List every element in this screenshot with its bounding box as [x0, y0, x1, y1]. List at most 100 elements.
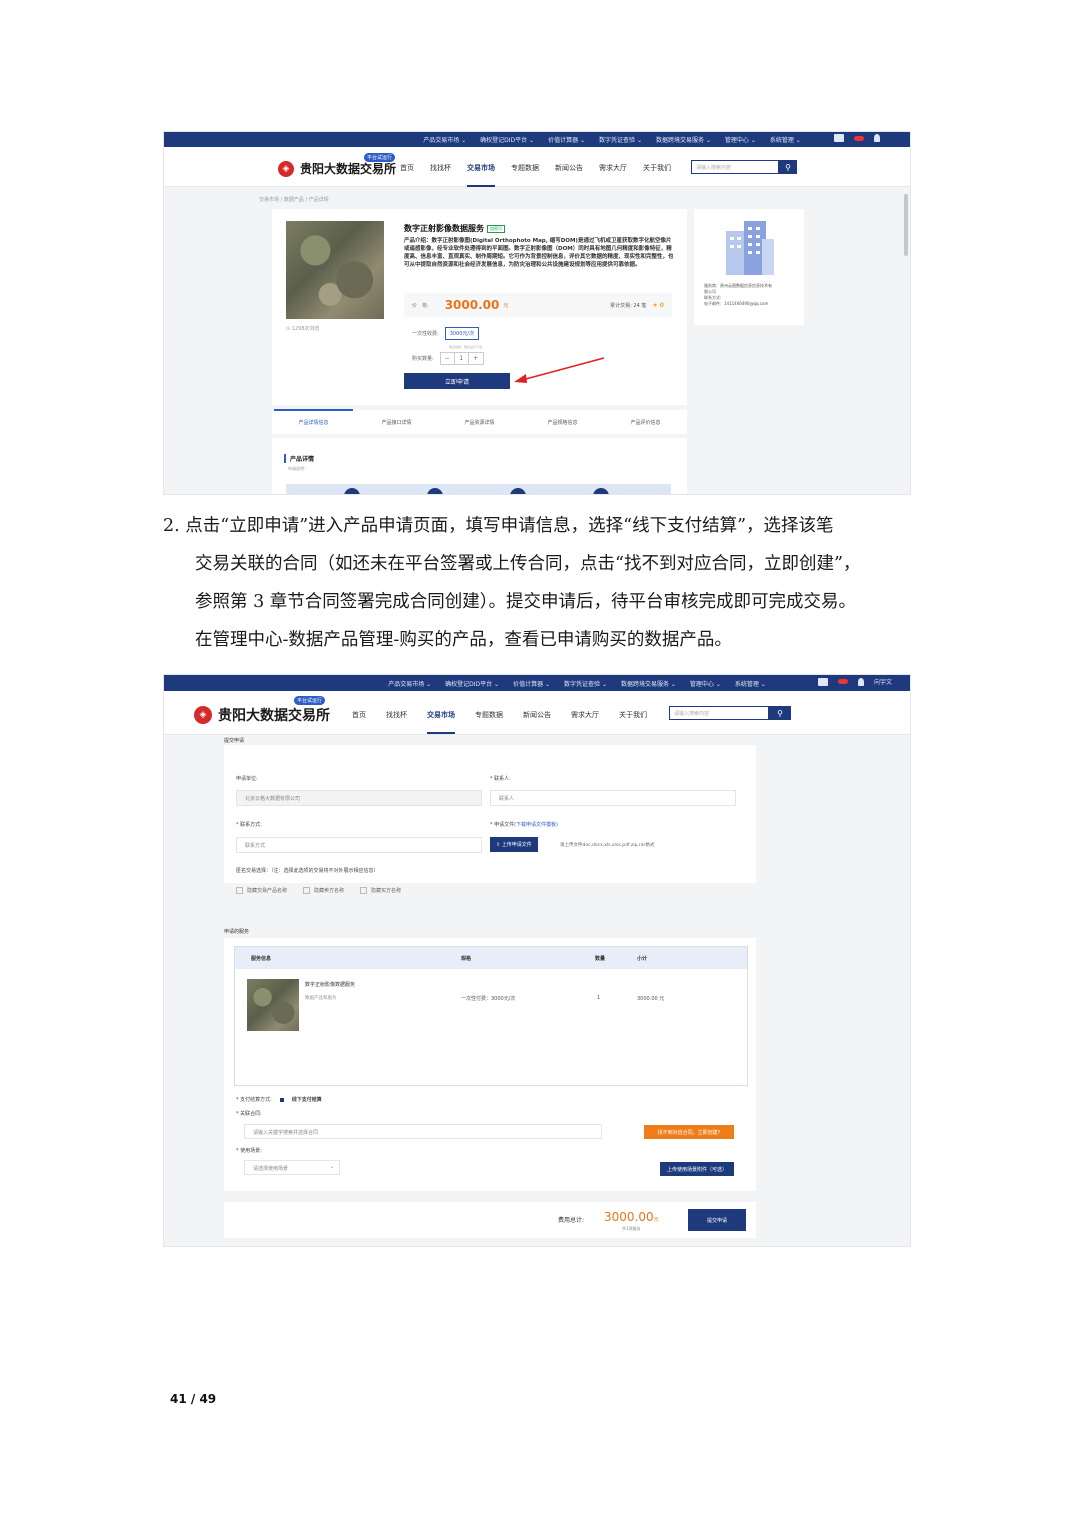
brand-logo[interactable]: ◈ 贵阳大数据交易所 — [194, 705, 330, 725]
brand-logo[interactable]: ◈ 贵阳大数据交易所 — [278, 160, 396, 177]
contact-field[interactable]: 联系人 — [490, 790, 736, 806]
paragraph-line: 在管理中心-数据产品管理-购买的产品，查看已申请购买的数据产品。 — [195, 630, 732, 650]
nav-cup[interactable]: 找找杯 — [430, 163, 451, 173]
pay-offline-radio[interactable] — [279, 1097, 284, 1102]
phone-field[interactable]: 联系方式 — [236, 837, 482, 853]
top-menu-item[interactable]: 数据跨境交易服务 ⌄ — [656, 135, 711, 144]
nav-home[interactable]: 首页 — [352, 710, 366, 720]
seller-info: 服务商：贵州云图数据信息信息技术有 限公司 联系方式: 电子邮件：1411466… — [704, 283, 800, 307]
contract-search-input[interactable]: 请输入关键字搜索并选择合同 — [244, 1124, 602, 1139]
platform-tag: 平台试运行 — [294, 696, 326, 705]
row-spec: 一次性付费：3000元/次 — [461, 996, 516, 1002]
top-menu: 产品交易市场 ⌄ 确权登记DID平台 ⌄ 价值计算器 ⌄ 数字凭证查验 ⌄ 数据… — [423, 135, 801, 144]
spec-row: 一次性收费: 3000元/次 — [412, 327, 480, 340]
user-icon[interactable] — [874, 134, 880, 142]
top-menu-item[interactable]: 产品交易市场 ⌄ — [423, 135, 466, 144]
chevron-down-icon: ⌄ — [329, 1164, 334, 1170]
scrollbar[interactable] — [904, 194, 908, 256]
nav-topic[interactable]: 专题数据 — [475, 710, 503, 720]
nav-about[interactable]: 关于我们 — [619, 710, 647, 720]
red-arrow-annotation — [514, 357, 605, 383]
mail-icon[interactable] — [817, 677, 828, 686]
top-menu-bar: 产品交易市场 ⌄ 确权登记DID平台 ⌄ 价值计算器 ⌄ 数字凭证查验 ⌄ 数据… — [164, 675, 910, 691]
tab-spec[interactable]: 产品规格信息 — [547, 419, 577, 426]
mail-icon[interactable] — [834, 134, 844, 142]
top-menu-bar: 产品交易市场 ⌄ 确权登记DID平台 ⌄ 价值计算器 ⌄ 数字凭证查验 ⌄ 数据… — [164, 132, 910, 147]
search-icon: ⚲ — [785, 162, 791, 172]
top-menu-item[interactable]: 价值计算器 ⌄ — [513, 679, 550, 688]
price-label: 价 格: — [412, 302, 429, 309]
pay-offline-label[interactable]: 线下支付结算 — [292, 1096, 322, 1103]
top-menu-item[interactable]: 系统管理 ⌄ — [735, 679, 766, 688]
upload-usage-button[interactable]: 上传使用场景附件（可选） — [660, 1162, 734, 1176]
tab-resource[interactable]: 产品资源详情 — [464, 419, 494, 426]
nav-home[interactable]: 首页 — [400, 163, 414, 173]
nav-market[interactable]: 交易市场 — [427, 710, 455, 734]
sales-count: 累计交易: 24 笔 — [610, 302, 647, 309]
tab-review[interactable]: 产品评价信息 — [630, 419, 660, 426]
top-menu-item[interactable]: 系统管理 ⌄ — [770, 135, 801, 144]
nav-news[interactable]: 新闻公告 — [555, 163, 583, 173]
tab-interface[interactable]: 产品接口详情 — [381, 419, 411, 426]
hide-buyer-checkbox[interactable]: 隐藏买方名称 — [360, 887, 401, 894]
nav-market[interactable]: 交易市场 — [467, 163, 495, 187]
usage-select[interactable]: 请选择使用场景 ⌄ — [244, 1160, 340, 1175]
privacy-label: 匿名交易选择：（注：选择此选项的交易将不对外展示相应信息） — [236, 868, 379, 874]
brand-name: 贵阳大数据交易所 — [300, 162, 397, 176]
contact-label: * 联系人: — [490, 776, 511, 782]
main-navbar: ◈ 贵阳大数据交易所 平台试运行 首页 找找杯 交易市场 专题数据 新闻公告 需… — [164, 691, 910, 735]
search-button[interactable]: ⚲ — [769, 706, 791, 720]
top-menu-item[interactable]: 产品交易市场 ⌄ — [388, 679, 431, 688]
top-menu-item[interactable]: 价值计算器 ⌄ — [548, 135, 585, 144]
nav-news[interactable]: 新闻公告 — [523, 710, 551, 720]
section-products-title: 申请的服务 — [224, 929, 250, 935]
top-menu-item[interactable]: 数字凭证查验 ⌄ — [564, 679, 607, 688]
contact-email: 电子邮件：1411466490@qq.com — [704, 301, 769, 306]
col-spec: 规格 — [461, 955, 472, 962]
decrease-button[interactable]: − — [441, 353, 455, 364]
top-menu-item[interactable]: 管理中心 ⌄ — [690, 679, 721, 688]
submit-button[interactable]: 提交申请 — [688, 1209, 746, 1231]
paragraph-line: 2. 点击“立即申请”进入产品申请页面，填写申请信息，选择“线下支付结算”，选择… — [163, 516, 834, 536]
increase-button[interactable]: + — [469, 353, 483, 364]
search-input[interactable]: 请输入搜索内容 — [691, 160, 779, 174]
top-menu-item[interactable]: 确权登记DID平台 ⌄ — [480, 135, 534, 144]
user-icon[interactable] — [857, 677, 864, 686]
top-menu-item[interactable]: 管理中心 ⌄ — [725, 135, 756, 144]
top-menu-item[interactable]: 数字凭证查验 ⌄ — [599, 135, 642, 144]
main-navbar: ◈ 贵阳大数据交易所 平台试运行 首页 找找杯 交易市场 专题数据 新闻公告 需… — [164, 147, 910, 187]
phone-label: * 联系方式: — [236, 822, 262, 828]
total-bar: 费用总计: 3000.00元 共1项服务 提交申请 — [224, 1202, 756, 1238]
spec-note: 购买规则：购买后可下载 — [449, 345, 483, 349]
product-description: 产品介绍：数字正射影像图(Digital Orthophoto Map, 缩写D… — [404, 238, 674, 268]
nav-about[interactable]: 关于我们 — [643, 163, 671, 173]
total-value: 3000.00元 — [604, 1210, 659, 1224]
nav-topic[interactable]: 专题数据 — [511, 163, 539, 173]
usage-label: * 使用场景: — [236, 1148, 262, 1154]
org-field[interactable]: 北京云格大数据有限公司 — [236, 790, 482, 806]
user-name[interactable]: 向宇文 — [874, 677, 892, 686]
nav-demand[interactable]: 需求大厅 — [599, 163, 627, 173]
nav-menu: 首页 找找杯 交易市场 专题数据 新闻公告 需求大厅 关于我们 — [400, 163, 671, 187]
search-button[interactable]: ⚲ — [779, 160, 797, 174]
building-icon — [726, 221, 774, 275]
product-detail-screenshot: 产品交易市场 ⌄ 确权登记DID平台 ⌄ 价值计算器 ⌄ 数字凭证查验 ⌄ 数据… — [163, 131, 911, 495]
paragraph-line: 参照第 3 章节合同签署完成合同创建）。提交申请后，待平台审核完成即可完成交易。 — [195, 592, 857, 612]
hide-product-checkbox[interactable]: 隐藏交易产品名称 — [236, 887, 287, 894]
pay-method-label: * 支付结算方式: — [236, 1097, 272, 1103]
create-contract-button[interactable]: 找不到对应合同，立即创建? — [644, 1125, 734, 1139]
quantity-value[interactable]: 1 — [455, 353, 469, 364]
nav-cup[interactable]: 找找杯 — [386, 710, 407, 720]
apply-now-button[interactable]: 立即申请 — [404, 373, 510, 389]
top-menu-item[interactable]: 数据跨境交易服务 ⌄ — [621, 679, 676, 688]
template-download-link[interactable]: (下载申请文件模板) — [514, 822, 558, 828]
logo-icon: ◈ — [194, 706, 212, 724]
nav-demand[interactable]: 需求大厅 — [571, 710, 599, 720]
hide-seller-checkbox[interactable]: 隐藏卖方名称 — [303, 887, 344, 894]
tab-detail[interactable]: 产品详情信息 — [274, 408, 353, 426]
search-input[interactable]: 请输入搜索内容 — [669, 706, 769, 720]
spec-option[interactable]: 3000元/次 — [444, 327, 480, 340]
top-menu-item[interactable]: 确权登记DID平台 ⌄ — [445, 679, 499, 688]
upload-button[interactable]: ⇪ 上传申请文件 — [490, 837, 538, 852]
row-title[interactable]: 数字正射影像数据服务 — [305, 981, 355, 988]
